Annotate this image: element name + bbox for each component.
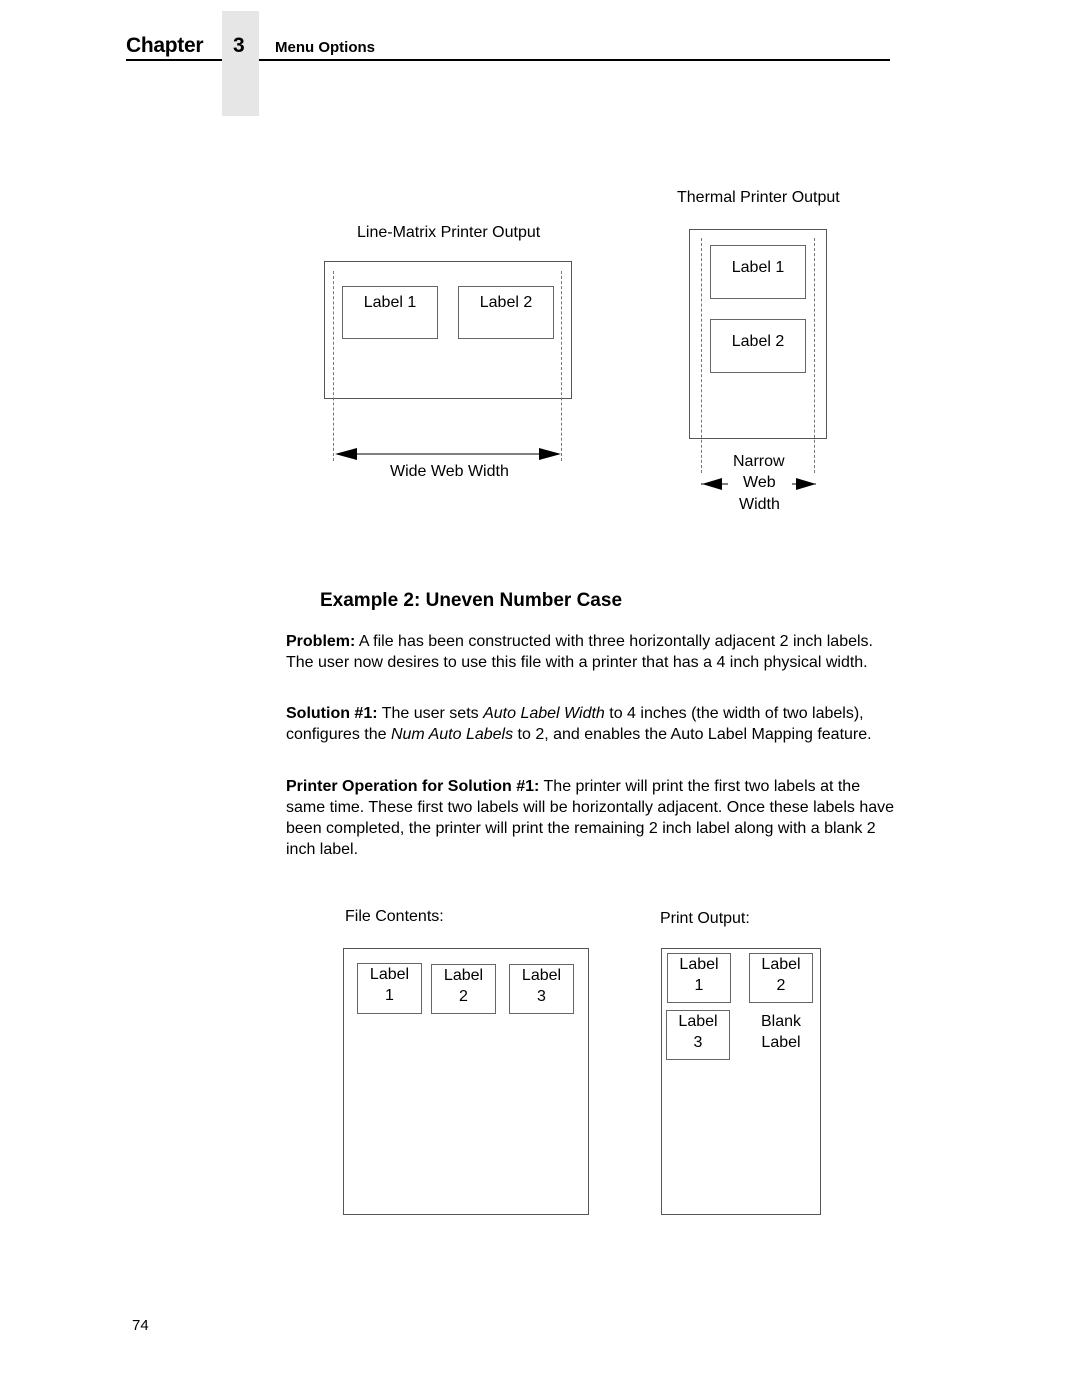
web-edge-left [333, 271, 334, 461]
thermal-label-2: Label 2 [710, 319, 806, 373]
print-label-1-number: 1 [694, 977, 704, 994]
line-matrix-title: Line-Matrix Printer Output [357, 224, 541, 241]
line-matrix-label-2: Label 2 [458, 286, 554, 339]
narrow-web-arrows [701, 478, 816, 490]
narrow-web-edge-right [814, 238, 815, 473]
solution-text-1: The user sets [377, 705, 484, 722]
thermal-title: Thermal Printer Output [677, 189, 840, 206]
print-label-1: Label 1 [667, 953, 731, 1003]
print-label-1-word: Label [679, 956, 719, 973]
file-label-1: Label 1 [357, 963, 422, 1014]
print-label-3: Label 3 [666, 1010, 730, 1060]
file-label-3-word: Label [521, 967, 562, 984]
file-label-1-word: Label [369, 966, 410, 983]
print-label-3-number: 3 [693, 1034, 703, 1051]
print-label-2-word: Label [761, 956, 801, 973]
web-edge-right [561, 271, 562, 461]
chapter-label: Chapter [126, 34, 204, 57]
section-title: Menu Options [275, 39, 375, 56]
num-auto-labels-term: Num Auto Labels [390, 726, 514, 743]
narrow-caption-line3: Width [739, 496, 780, 513]
chapter-number: 3 [233, 34, 245, 57]
operation-paragraph: Printer Operation for Solution #1: The p… [286, 776, 896, 860]
print-blank-label-word1: Blank [760, 1013, 802, 1030]
thermal-label-1: Label 1 [710, 245, 806, 299]
problem-lead: Problem: [286, 633, 356, 650]
file-label-2-number: 2 [459, 988, 468, 1005]
print-label-2-number: 2 [776, 977, 786, 994]
narrow-caption-line1: Narrow [733, 453, 785, 470]
print-blank-label: Blank Label [749, 1010, 813, 1060]
arrow-right-icon [796, 478, 816, 490]
solution-paragraph: Solution #1: The user sets Auto Label Wi… [286, 703, 896, 745]
solution-text-3: to 2, and enables the Auto Label Mapping… [513, 726, 872, 743]
file-contents-title: File Contents: [345, 908, 444, 925]
problem-text: A file has been constructed with three h… [286, 633, 873, 671]
file-label-3-number: 3 [537, 988, 546, 1005]
file-label-2: Label 2 [431, 964, 496, 1014]
print-label-3-word: Label [678, 1013, 718, 1030]
arrow-left-icon [335, 448, 357, 460]
file-label-3: Label 3 [509, 964, 574, 1014]
example-heading: Example 2: Uneven Number Case [320, 590, 623, 611]
print-label-2: Label 2 [749, 953, 813, 1003]
header-rule-left [126, 59, 222, 61]
auto-label-width-term: Auto Label Width [483, 705, 605, 722]
chapter-tab-background [222, 11, 259, 116]
header-rule-right [259, 59, 890, 61]
file-label-2-word: Label [443, 967, 484, 984]
problem-paragraph: Problem: A file has been constructed wit… [286, 631, 896, 673]
wide-web-arrow [335, 448, 561, 460]
arrow-left-icon [702, 478, 722, 490]
wide-web-caption: Wide Web Width [390, 463, 509, 480]
solution-lead: Solution #1: [286, 705, 378, 722]
line-matrix-label-1: Label 1 [342, 286, 438, 339]
print-output-title: Print Output: [660, 910, 750, 927]
narrow-web-edge-left [701, 238, 702, 473]
file-label-1-number: 1 [385, 987, 394, 1004]
operation-lead: Printer Operation for Solution #1: [286, 778, 540, 795]
page-number: 74 [132, 1317, 149, 1334]
arrow-right-icon [539, 448, 561, 460]
print-blank-label-word2: Label [761, 1034, 801, 1051]
